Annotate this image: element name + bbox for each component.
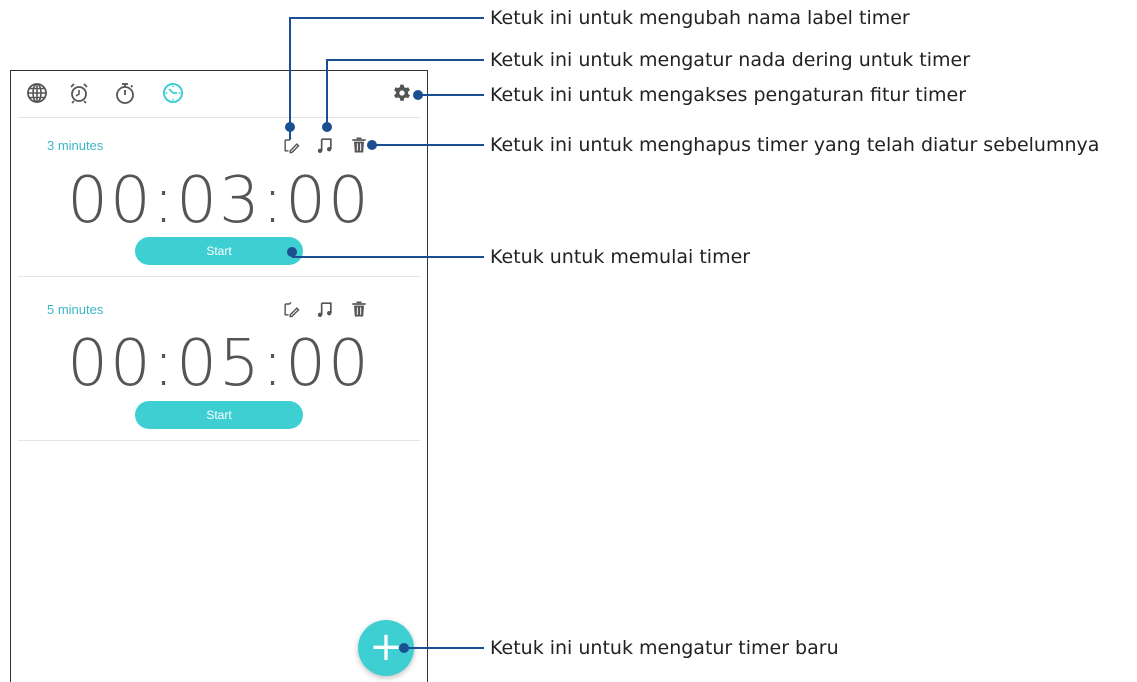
tab-stopwatch[interactable] <box>113 81 137 105</box>
start-button[interactable]: Start <box>135 237 303 265</box>
edit-label-button[interactable] <box>281 135 301 155</box>
tab-bar-divider <box>18 117 420 118</box>
ringtone-button[interactable] <box>315 135 335 155</box>
add-timer-button[interactable]: + <box>358 620 414 676</box>
callout-delete: Ketuk ini untuk menghapus timer yang tel… <box>490 134 1100 156</box>
callout-start: Ketuk untuk memulai timer <box>490 246 751 268</box>
timer-label[interactable]: 5 minutes <box>47 302 103 317</box>
timer-display: 00:05:00 <box>67 327 371 401</box>
world-clock-icon <box>27 83 47 103</box>
delete-timer-button[interactable] <box>349 299 369 319</box>
timer-divider <box>18 276 420 277</box>
edit-label-icon <box>284 137 300 154</box>
stopwatch-icon <box>116 83 134 104</box>
tab-bar <box>11 71 427 117</box>
settings-button[interactable] <box>392 83 412 103</box>
timer-label[interactable]: 3 minutes <box>47 138 103 153</box>
callout-edit-label: Ketuk ini untuk mengubah nama label time… <box>490 7 910 29</box>
timer-screen: 3 minutes 00:03:00 Start 5 minutes 00:05… <box>10 70 428 682</box>
tab-timer[interactable] <box>161 81 185 105</box>
tab-world-clock[interactable] <box>25 81 49 105</box>
alarm-icon <box>70 83 88 104</box>
edit-label-button[interactable] <box>281 299 301 319</box>
callout-add: Ketuk ini untuk mengatur timer baru <box>490 637 839 659</box>
timer-display: 00:03:00 <box>67 164 371 238</box>
start-button[interactable]: Start <box>135 401 303 429</box>
callout-ringtone: Ketuk ini untuk mengatur nada dering unt… <box>490 49 971 71</box>
ringtone-button[interactable] <box>315 299 335 319</box>
trash-icon <box>352 137 366 153</box>
timer-divider <box>18 440 420 441</box>
callout-settings: Ketuk ini untuk mengakses pengaturan fit… <box>490 84 967 106</box>
trash-icon <box>352 301 366 317</box>
tab-alarm[interactable] <box>67 81 91 105</box>
music-note-icon <box>317 138 332 153</box>
music-note-icon <box>317 302 332 317</box>
gear-icon <box>394 84 410 101</box>
delete-timer-button[interactable] <box>349 135 369 155</box>
plus-icon: + <box>369 624 403 670</box>
timer-icon <box>163 83 183 103</box>
edit-label-icon <box>284 301 300 318</box>
